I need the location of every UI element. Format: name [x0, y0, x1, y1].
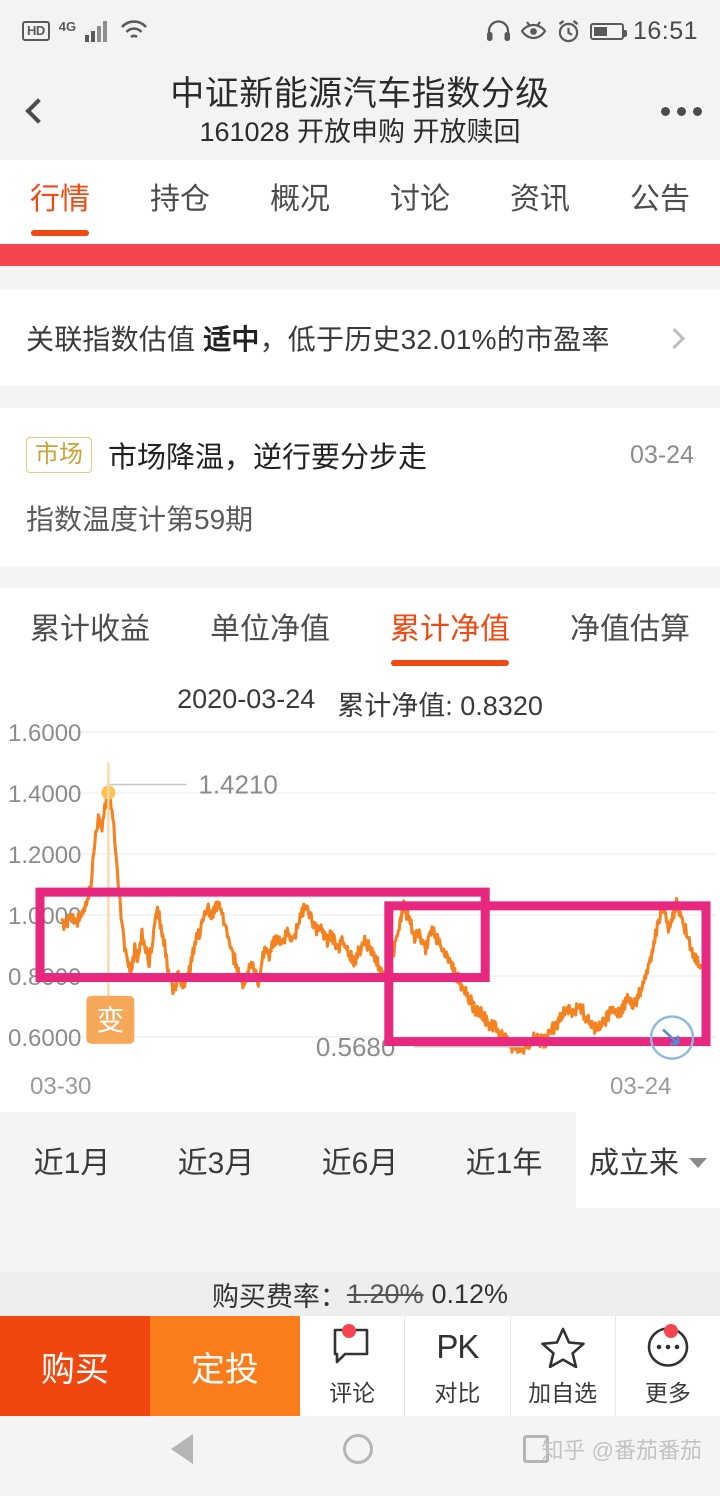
more-dots-icon — [661, 106, 670, 116]
valuation-text: 关联指数估值 适中，低于历史32.01%的市盈率 — [26, 318, 610, 358]
more-action[interactable]: 更多 — [616, 1316, 720, 1416]
red-divider-band — [0, 244, 720, 266]
clock-label: 16:51 — [632, 16, 698, 45]
tab-quotes[interactable]: 行情 — [0, 174, 120, 236]
fee-label: 购买费率： — [211, 1281, 347, 1312]
fund-detail-screen: HD 4G 16:51 中证新能源汽车指数分级 161028 开放申购 开放赎回… — [0, 0, 720, 1496]
section-gap — [0, 266, 720, 290]
period-1year[interactable]: 近1年 — [432, 1112, 576, 1208]
compare-action[interactable]: PK 对比 — [405, 1316, 511, 1416]
status-bar-right: 16:51 — [486, 17, 698, 46]
nav-home-circle-icon[interactable] — [343, 1434, 373, 1464]
back-chevron-icon — [25, 98, 51, 124]
watchlist-action[interactable]: 加自选 — [511, 1316, 616, 1416]
valuation-suffix: ，低于历史32.01%的市盈率 — [259, 324, 610, 355]
valuation-level: 适中 — [203, 324, 260, 355]
chart-y-tick: 1.4000 — [8, 781, 81, 808]
period-since-inception[interactable]: 成立来 — [576, 1112, 720, 1208]
tab-unit-nav[interactable]: 单位净值 — [180, 604, 360, 666]
tab-nav-estimate[interactable]: 净值估算 — [540, 604, 720, 666]
wifi-icon — [120, 20, 148, 42]
back-button[interactable] — [0, 62, 70, 160]
status-bar: HD 4G 16:51 — [0, 0, 720, 62]
chart-y-tick: 1.6000 — [8, 720, 81, 747]
status-bar-left: HD 4G — [22, 18, 148, 42]
more-button[interactable] — [661, 62, 702, 160]
fee-discount-rate: 0.12% — [431, 1278, 509, 1309]
more-dots-icon — [677, 106, 686, 116]
title-group: 中证新能源汽车指数分级 161028 开放申购 开放赎回 — [0, 62, 720, 160]
chart-x-tick-start: 03-30 — [30, 1073, 91, 1100]
tab-cumulative-nav[interactable]: 累计净值 — [360, 604, 540, 666]
fee-bar: 购买费率： 1.20% 0.12% — [0, 1272, 720, 1316]
chart-y-tick: 1.2000 — [8, 842, 81, 869]
compare-label: 对比 — [434, 1379, 481, 1406]
nav-back-triangle-icon[interactable] — [171, 1434, 193, 1464]
more-dots-icon — [693, 106, 702, 116]
period-6month[interactable]: 近6月 — [288, 1112, 432, 1208]
chart-canvas: 1.60001.40001.20001.00000.80000.600003-3… — [8, 720, 716, 1100]
chart-x-tick-end: 03-24 — [610, 1073, 671, 1100]
page-title: 中证新能源汽车指数分级 — [170, 74, 550, 113]
system-nav-bar: 知乎 @番茄番茄 — [0, 1416, 720, 1482]
eye-care-icon — [520, 19, 547, 43]
hd-icon: HD — [22, 21, 50, 41]
news-subtitle: 指数温度计第59期 — [26, 504, 254, 535]
chart-peak-label: 1.4210 — [198, 770, 278, 800]
chart-event-badge-label: 变 — [96, 1005, 124, 1036]
title-bar: 中证新能源汽车指数分级 161028 开放申购 开放赎回 — [0, 62, 720, 160]
news-date: 03-24 — [630, 440, 694, 469]
section-gap — [0, 386, 720, 408]
news-title-group: 市场 市场降温，逆行要分步走 — [26, 434, 427, 476]
chart-line — [60, 787, 704, 1055]
network-type-label: 4G — [58, 18, 77, 34]
period-1month[interactable]: 近1月 — [0, 1112, 144, 1208]
tab-news[interactable]: 资讯 — [480, 174, 600, 236]
chevron-right-icon — [663, 327, 686, 349]
action-bar: 购买 定投 评论 PK 对比 加自选 更多 — [0, 1316, 720, 1416]
more-label: 更多 — [644, 1379, 691, 1406]
chart-min-label: 0.5680 — [316, 1032, 396, 1062]
aip-button[interactable]: 定投 — [150, 1316, 300, 1416]
watchlist-label: 加自选 — [528, 1379, 598, 1406]
signal-icon — [85, 20, 111, 42]
more-badge — [664, 1324, 678, 1338]
tab-announcement[interactable]: 公告 — [600, 174, 720, 236]
news-top-row: 市场 市场降温，逆行要分步走 03-24 — [26, 434, 694, 476]
fee-original-rate: 1.20% — [346, 1278, 424, 1309]
news-title: 市场降温，逆行要分步走 — [108, 442, 428, 474]
bottom-spacer — [0, 1208, 720, 1272]
valuation-prefix: 关联指数估值 — [26, 324, 204, 355]
headphone-icon — [486, 19, 511, 43]
period-3month[interactable]: 近3月 — [144, 1112, 288, 1208]
news-tag-badge: 市场 — [26, 437, 92, 473]
period-since-inception-label: 成立来 — [589, 1147, 679, 1180]
tab-cumulative-return[interactable]: 累计收益 — [0, 604, 180, 666]
tab-discussion[interactable]: 讨论 — [360, 174, 480, 236]
chart-y-tick: 0.6000 — [8, 1025, 81, 1052]
page-subtitle: 161028 开放申购 开放赎回 — [199, 116, 521, 147]
alarm-icon — [556, 19, 581, 43]
valuation-row[interactable]: 关联指数估值 适中，低于历史32.01%的市盈率 — [0, 290, 720, 386]
news-card[interactable]: 市场 市场降温，逆行要分步走 03-24 指数温度计第59期 — [0, 408, 720, 566]
comment-label: 评论 — [329, 1379, 376, 1406]
buy-button[interactable]: 购买 — [0, 1316, 150, 1416]
main-tab-bar: 行情 持仓 概况 讨论 资讯 公告 — [0, 160, 720, 244]
nav-chart[interactable]: 2020-03-24 累计净值: 0.8320 1.6000 1.4000 1.20… — [0, 672, 720, 1112]
comment-action[interactable]: 评论 — [300, 1316, 406, 1416]
pk-icon: PK — [436, 1327, 479, 1365]
star-icon — [540, 1325, 585, 1369]
battery-icon — [589, 22, 627, 40]
section-gap — [0, 566, 720, 588]
tab-holdings[interactable]: 持仓 — [120, 174, 240, 236]
chevron-down-icon — [689, 1158, 707, 1168]
period-selector: 近1月 近3月 近6月 近1年 成立来 — [0, 1112, 720, 1208]
author-watermark: 知乎 @番茄番茄 — [541, 1438, 702, 1463]
chart-tab-bar: 累计收益 单位净值 累计净值 净值估算 — [0, 588, 720, 672]
tab-overview[interactable]: 概况 — [240, 174, 360, 236]
